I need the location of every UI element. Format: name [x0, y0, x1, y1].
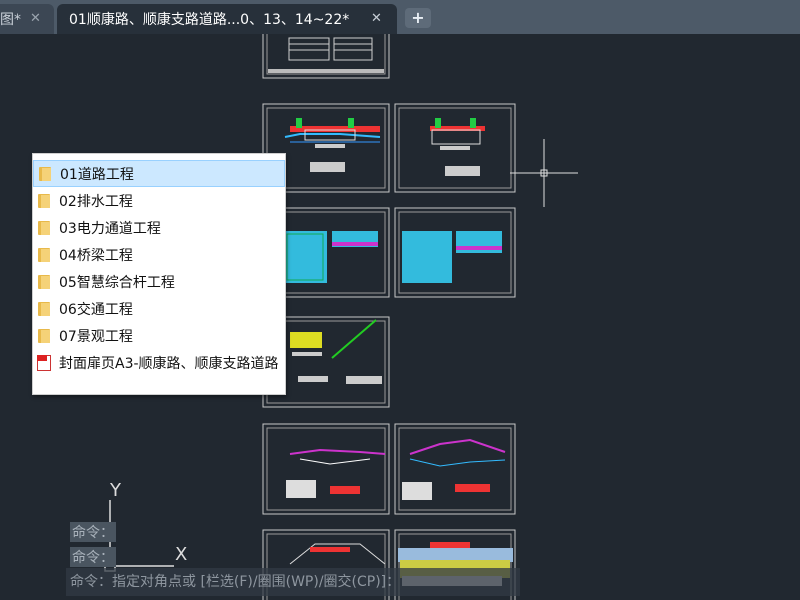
folder-popup-list: 01道路工程 02排水工程 03电力通道工程 04桥梁工程 05智慧综合杆工程 …: [32, 153, 286, 395]
tab-active-drawing[interactable]: 01顺康路、顺康支路道路...0、13、14~22* ✕: [57, 4, 397, 34]
new-tab-button[interactable]: +: [405, 8, 431, 28]
drawing-sheet: [394, 423, 516, 515]
folder-icon: [38, 220, 50, 235]
drawing-sheet: [262, 423, 390, 515]
ucs-y-label: Y: [110, 480, 121, 501]
document-tab-bar: 图* ✕ 01顺康路、顺康支路道路...0、13、14~22* ✕ +: [0, 0, 800, 34]
list-item-cover-pdf[interactable]: 封面扉页A3-顺康路、顺康支路道路: [33, 349, 285, 376]
list-item-bridge-engineering[interactable]: 04桥梁工程: [33, 241, 285, 268]
command-line-input[interactable]: 命令：指定对角点或 [栏选(F)/圈围(WP)/圈交(CP)]：: [66, 568, 520, 596]
ucs-x-label: X: [175, 544, 188, 565]
folder-icon: [39, 166, 51, 181]
tab-previous-drawing[interactable]: 图* ✕: [0, 4, 54, 34]
list-item-label: 01道路工程: [60, 166, 134, 183]
list-item-label: 05智慧综合杆工程: [59, 274, 175, 291]
close-icon[interactable]: ✕: [371, 11, 382, 26]
list-item-label: 06交通工程: [59, 301, 133, 318]
list-item-power-channel-engineering[interactable]: 03电力通道工程: [33, 214, 285, 241]
list-item-drainage-engineering[interactable]: 02排水工程: [33, 187, 285, 214]
folder-icon: [38, 301, 50, 316]
list-item-label: 03电力通道工程: [59, 220, 161, 237]
list-item-label: 封面扉页A3-顺康路、顺康支路道路: [59, 355, 279, 372]
folder-icon: [38, 274, 50, 289]
tab-label: 图*: [0, 12, 21, 28]
list-item-label: 07景观工程: [59, 328, 133, 345]
tab-label: 01顺康路、顺康支路道路...0、13、14~22*: [69, 12, 350, 28]
crosshair-cursor: [510, 139, 578, 207]
close-icon[interactable]: ✕: [30, 11, 41, 26]
folder-icon: [38, 193, 50, 208]
folder-icon: [38, 328, 50, 343]
folder-icon: [38, 247, 50, 262]
list-item-label: 02排水工程: [59, 193, 133, 210]
command-history-line: 命令：: [70, 522, 116, 542]
list-item-road-engineering[interactable]: 01道路工程: [33, 160, 285, 187]
list-item-smart-pole-engineering[interactable]: 05智慧综合杆工程: [33, 268, 285, 295]
list-item-traffic-engineering[interactable]: 06交通工程: [33, 295, 285, 322]
list-item-landscape-engineering[interactable]: 07景观工程: [33, 322, 285, 349]
list-item-label: 04桥梁工程: [59, 247, 133, 264]
command-history-line: 命令：: [70, 547, 116, 567]
pdf-icon: [37, 354, 51, 371]
